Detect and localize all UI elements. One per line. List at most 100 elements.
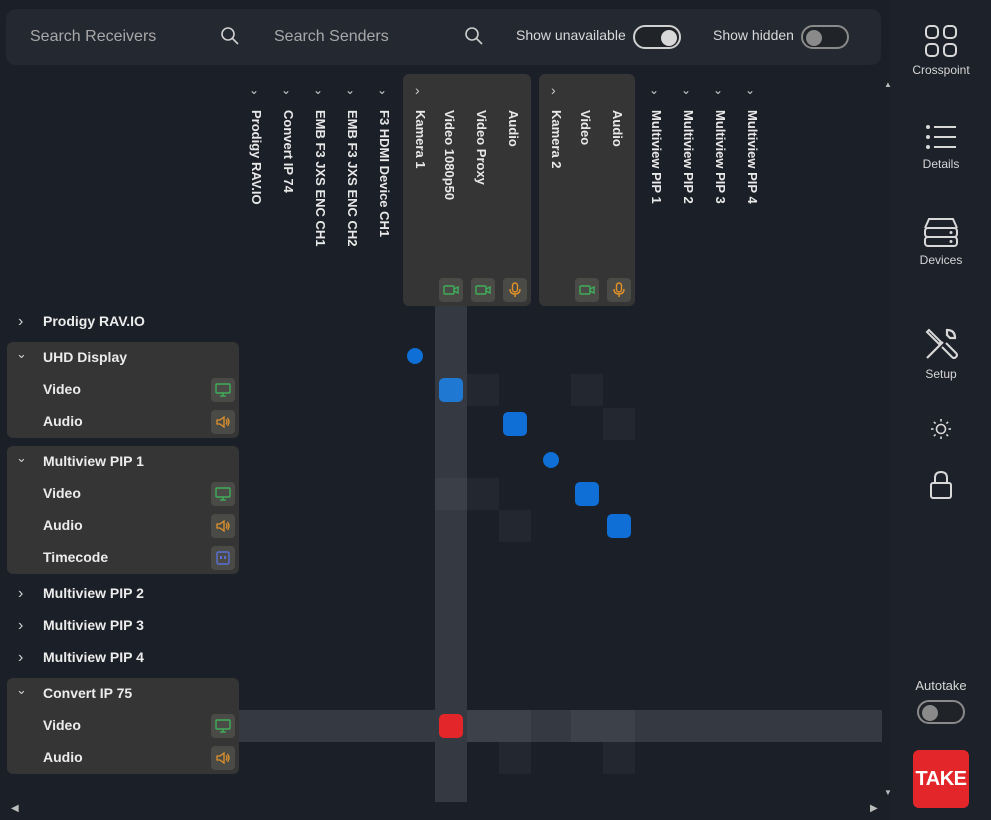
- monitor-icon: [211, 714, 235, 738]
- chevron-right-icon[interactable]: ›: [415, 83, 420, 97]
- chevron-down-icon[interactable]: ⌄: [16, 346, 27, 362]
- matrix-cell[interactable]: [499, 510, 531, 542]
- sender-label[interactable]: Convert IP 74: [280, 110, 296, 193]
- search-senders-input[interactable]: [272, 23, 456, 51]
- timecode-icon: [211, 546, 235, 570]
- nav-devices[interactable]: Devices: [891, 216, 991, 267]
- crosspoint-pending[interactable]: [439, 714, 463, 738]
- sender-label[interactable]: EMB F3 JXS ENC CH1: [312, 110, 328, 247]
- receiver-flow-label[interactable]: Audio: [43, 517, 83, 533]
- matrix-cell[interactable]: [467, 478, 499, 510]
- chevron-right-icon[interactable]: ›: [551, 83, 556, 97]
- matrix-cell[interactable]: [603, 408, 635, 440]
- scroll-left-arrow[interactable]: ◀: [11, 803, 19, 814]
- chevron-down-icon[interactable]: ⌄: [281, 84, 291, 96]
- matrix-cell[interactable]: [467, 374, 499, 406]
- receiver-label[interactable]: UHD Display: [43, 349, 127, 365]
- chevron-right-icon[interactable]: ›: [18, 585, 23, 603]
- speaker-icon: [211, 410, 235, 434]
- crosspoint-active[interactable]: [503, 412, 527, 436]
- receiver-flow-label[interactable]: Video: [43, 381, 81, 397]
- receiver-flow-label[interactable]: Video: [43, 717, 81, 733]
- sender-flow-label[interactable]: Video: [577, 110, 593, 145]
- crosspoint-active[interactable]: [575, 482, 599, 506]
- receiver-label[interactable]: Multiview PIP 1: [43, 453, 144, 469]
- sender-flow-label[interactable]: Video Proxy: [473, 110, 489, 185]
- matrix-cell[interactable]: [603, 742, 635, 774]
- receiver-label[interactable]: Multiview PIP 3: [43, 617, 144, 633]
- chevron-down-icon[interactable]: ⌄: [713, 84, 723, 96]
- crosspoint-active[interactable]: [439, 378, 463, 402]
- nav-setup[interactable]: Setup: [891, 326, 991, 381]
- matrix-cell[interactable]: [571, 374, 603, 406]
- take-button[interactable]: TAKE: [913, 750, 969, 808]
- server-icon: [924, 218, 958, 247]
- matrix-cell[interactable]: [603, 710, 635, 742]
- chevron-down-icon[interactable]: ⌄: [249, 84, 259, 96]
- sender-label[interactable]: Multiview PIP 1: [648, 110, 664, 204]
- chevron-down-icon[interactable]: ⌄: [345, 84, 355, 96]
- video-camera-icon: [439, 278, 463, 302]
- matrix-cell[interactable]: [467, 710, 499, 742]
- sender-label[interactable]: Kamera 1: [412, 110, 428, 169]
- sender-flow-label[interactable]: Audio: [609, 110, 625, 147]
- video-camera-icon: [471, 278, 495, 302]
- sender-label[interactable]: EMB F3 JXS ENC CH2: [344, 110, 360, 247]
- group-crosspoint-dot[interactable]: [543, 452, 559, 468]
- show-hidden-label: Show hidden: [713, 27, 794, 43]
- matrix-cell[interactable]: [499, 710, 531, 742]
- sender-label[interactable]: Multiview PIP 3: [712, 110, 728, 204]
- receiver-flow-label[interactable]: Audio: [43, 749, 83, 765]
- search-icon[interactable]: [464, 26, 484, 46]
- chevron-down-icon[interactable]: ⌄: [649, 84, 659, 96]
- chevron-right-icon[interactable]: ›: [18, 313, 23, 331]
- matrix-cell[interactable]: [499, 742, 531, 774]
- group-crosspoint-dot[interactable]: [407, 348, 423, 364]
- receiver-label[interactable]: Prodigy RAV.IO: [43, 313, 145, 329]
- tools-icon: [925, 328, 958, 359]
- theme-toggle[interactable]: [891, 418, 991, 445]
- toggle-knob: [806, 30, 822, 46]
- lock-button[interactable]: [891, 470, 991, 505]
- show-hidden-toggle[interactable]: [801, 25, 849, 49]
- chevron-right-icon[interactable]: ›: [18, 649, 23, 667]
- monitor-icon: [211, 482, 235, 506]
- autotake-toggle[interactable]: [917, 700, 965, 724]
- chevron-down-icon[interactable]: ⌄: [313, 84, 323, 96]
- receiver-flow-label[interactable]: Timecode: [43, 549, 108, 565]
- matrix-cell[interactable]: [571, 710, 603, 742]
- chevron-down-icon[interactable]: ⌄: [745, 84, 755, 96]
- receiver-label[interactable]: Multiview PIP 2: [43, 585, 144, 601]
- sender-label[interactable]: F3 HDMI Device CH1: [376, 110, 392, 237]
- nav-label: Setup: [925, 367, 957, 381]
- chevron-down-icon[interactable]: ⌄: [16, 682, 27, 698]
- nav-details[interactable]: Details: [891, 122, 991, 171]
- matrix-cell[interactable]: [435, 478, 467, 510]
- nav-label: Devices: [919, 253, 963, 267]
- chevron-down-icon[interactable]: ⌄: [377, 84, 387, 96]
- crosspoint-grid-icon: [925, 25, 957, 57]
- nav-crosspoint[interactable]: Crosspoint: [891, 24, 991, 77]
- chevron-down-icon[interactable]: ⌄: [681, 84, 691, 96]
- receiver-label[interactable]: Convert IP 75: [43, 685, 132, 701]
- row-highlight: [239, 710, 882, 742]
- crosspoint-active[interactable]: [607, 514, 631, 538]
- show-unavailable-toggle[interactable]: [633, 25, 681, 49]
- receiver-flow-label[interactable]: Audio: [43, 413, 83, 429]
- chevron-down-icon[interactable]: ⌄: [16, 450, 27, 466]
- receiver-flow-label[interactable]: Video: [43, 485, 81, 501]
- microphone-icon: [607, 278, 631, 302]
- chevron-right-icon[interactable]: ›: [18, 617, 23, 635]
- sender-label[interactable]: Prodigy RAV.IO: [248, 110, 264, 205]
- sender-label[interactable]: Multiview PIP 2: [680, 110, 696, 204]
- search-icon[interactable]: [220, 26, 240, 46]
- sender-label[interactable]: Multiview PIP 4: [744, 110, 760, 204]
- receiver-label[interactable]: Multiview PIP 4: [43, 649, 144, 665]
- sender-flow-label[interactable]: Video 1080p50: [441, 110, 457, 200]
- autotake-label: Autotake: [915, 678, 967, 693]
- right-nav-panel: Crosspoint Details Devices Setup Autotak…: [891, 0, 991, 820]
- sender-flow-label[interactable]: Audio: [505, 110, 521, 147]
- sender-label[interactable]: Kamera 2: [548, 110, 564, 169]
- scroll-right-arrow[interactable]: ▶: [870, 803, 878, 814]
- search-receivers-input[interactable]: [28, 23, 212, 51]
